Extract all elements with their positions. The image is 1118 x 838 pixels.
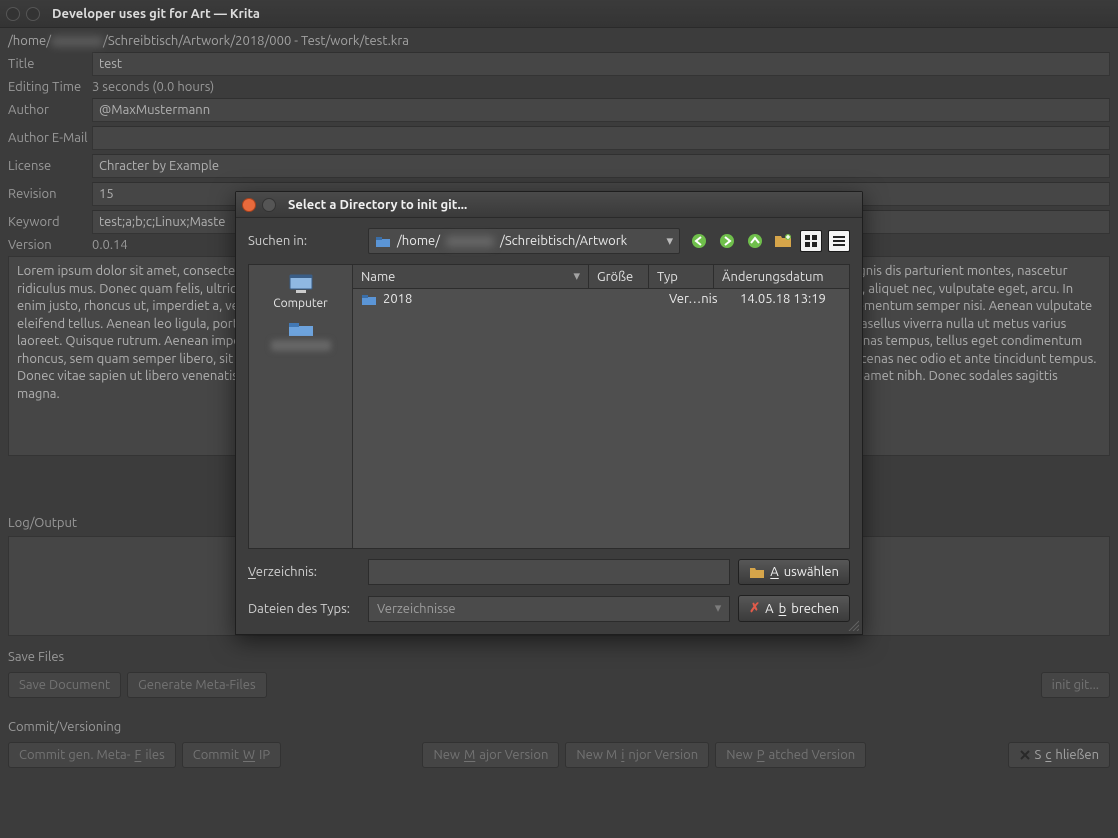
redacted-home-label [271, 340, 331, 351]
cancel-x-icon: ✗ [749, 601, 760, 616]
new-folder-icon[interactable] [772, 230, 794, 252]
list-view-icon[interactable] [828, 230, 850, 252]
new-major-version-button[interactable]: New Major Version [422, 742, 559, 768]
file-area: Computer Name▾ Größe Typ Änderungsdatum [248, 264, 850, 549]
author-email-label: Author E-Mail [8, 131, 92, 145]
column-date[interactable]: Änderungsdatum [714, 265, 849, 288]
editing-time-value: 3 seconds (0.0 hours) [92, 80, 1110, 94]
cancel-button[interactable]: ✗ Abbrechen [738, 595, 850, 622]
save-document-button[interactable]: Save Document [8, 672, 121, 698]
row-name: 2018 [383, 292, 412, 306]
editing-time-label: Editing Time [8, 80, 92, 94]
version-label: Version [8, 238, 92, 252]
window-title: Developer uses git for Art — Krita [52, 7, 260, 21]
file-list: Name▾ Größe Typ Änderungsdatum 2018 Ver…… [353, 265, 849, 548]
filetype-value: Verzeichnisse [377, 602, 456, 616]
up-icon[interactable] [744, 230, 766, 252]
author-label: Author [8, 103, 92, 117]
directory-input[interactable] [368, 559, 730, 585]
filetype-label: Dateien des Typs: [248, 602, 360, 616]
filetype-select[interactable]: Verzeichnisse ▾ [368, 596, 730, 622]
license-label: License [8, 159, 92, 173]
dialog-title: Select a Directory to init git... [288, 198, 467, 212]
computer-icon [287, 273, 315, 295]
window-close-icon[interactable] [6, 7, 20, 21]
commit-versioning-label: Commit/Versioning [8, 720, 1110, 734]
file-path-prefix: /home/ [8, 34, 51, 48]
new-minor-version-button[interactable]: New Minjor Version [565, 742, 709, 768]
file-path-suffix: /Schreibtisch/Artwork/2018/000 - Test/wo… [103, 34, 409, 48]
choose-button[interactable]: Auswählen [738, 559, 850, 585]
generate-meta-files-button[interactable]: Generate Meta-Files [127, 672, 266, 698]
sidebar-item-computer[interactable]: Computer [249, 269, 352, 314]
file-path-row: /home/ /Schreibtisch/Artwork/2018/000 - T… [8, 34, 1110, 48]
path-suffix: /Schreibtisch/Artwork [500, 234, 627, 248]
author-email-field[interactable] [92, 126, 1110, 150]
folder-open-icon [375, 234, 391, 248]
select-directory-dialog: Select a Directory to init git... Suchen… [235, 191, 863, 635]
column-size[interactable]: Größe [589, 265, 649, 288]
main-titlebar: Developer uses git for Art — Krita [0, 0, 1118, 28]
author-field[interactable]: @MaxMustermann [92, 98, 1110, 122]
path-prefix: /home/ [397, 234, 440, 248]
places-sidebar: Computer [249, 265, 353, 548]
close-icon [1019, 749, 1031, 761]
row-type: Ver…nis [669, 292, 734, 306]
sort-indicator-icon: ▾ [573, 269, 580, 284]
revision-label: Revision [8, 187, 92, 201]
folder-open-icon [749, 565, 765, 579]
dialog-minimize-icon[interactable] [262, 198, 276, 212]
folder-icon [361, 292, 377, 306]
row-date: 14.05.18 13:19 [740, 292, 841, 306]
init-git-button[interactable]: init git... [1041, 672, 1110, 698]
title-field[interactable]: test [92, 52, 1110, 76]
path-combobox[interactable]: /home/ /Schreibtisch/Artwork ▾ [368, 228, 680, 254]
folder-icon [287, 318, 315, 338]
new-patched-version-button[interactable]: New Patched Version [715, 742, 866, 768]
title-label: Title [8, 57, 92, 71]
redacted-user [446, 236, 494, 247]
directory-label: Verzeichnis: [248, 565, 360, 579]
dialog-close-icon[interactable] [242, 198, 256, 212]
sidebar-item-home[interactable] [249, 314, 352, 355]
list-item[interactable]: 2018 Ver…nis 14.05.18 13:19 [353, 289, 849, 309]
commit-meta-files-button[interactable]: Commit gen. Meta-Files [8, 742, 176, 768]
column-type[interactable]: Typ [649, 265, 714, 288]
forward-icon[interactable] [716, 230, 738, 252]
column-name[interactable]: Name▾ [353, 265, 589, 288]
close-button[interactable]: Schließen [1008, 742, 1110, 768]
sidebar-item-label: Computer [273, 297, 327, 310]
resize-grip-icon[interactable] [847, 619, 859, 631]
window-minimize-icon[interactable] [26, 7, 40, 21]
dialog-titlebar: Select a Directory to init git... [236, 192, 862, 218]
commit-wip-button[interactable]: Commit WIP [182, 742, 281, 768]
license-field[interactable]: Chracter by Example [92, 154, 1110, 178]
chevron-down-icon: ▾ [666, 234, 673, 249]
save-files-label: Save Files [8, 650, 1110, 664]
chevron-down-icon: ▾ [715, 601, 722, 616]
list-header: Name▾ Größe Typ Änderungsdatum [353, 265, 849, 289]
keyword-label: Keyword [8, 215, 92, 229]
icons-view-icon[interactable] [800, 230, 822, 252]
back-icon[interactable] [688, 230, 710, 252]
redacted-user [51, 36, 103, 47]
search-in-label: Suchen in: [248, 234, 360, 248]
